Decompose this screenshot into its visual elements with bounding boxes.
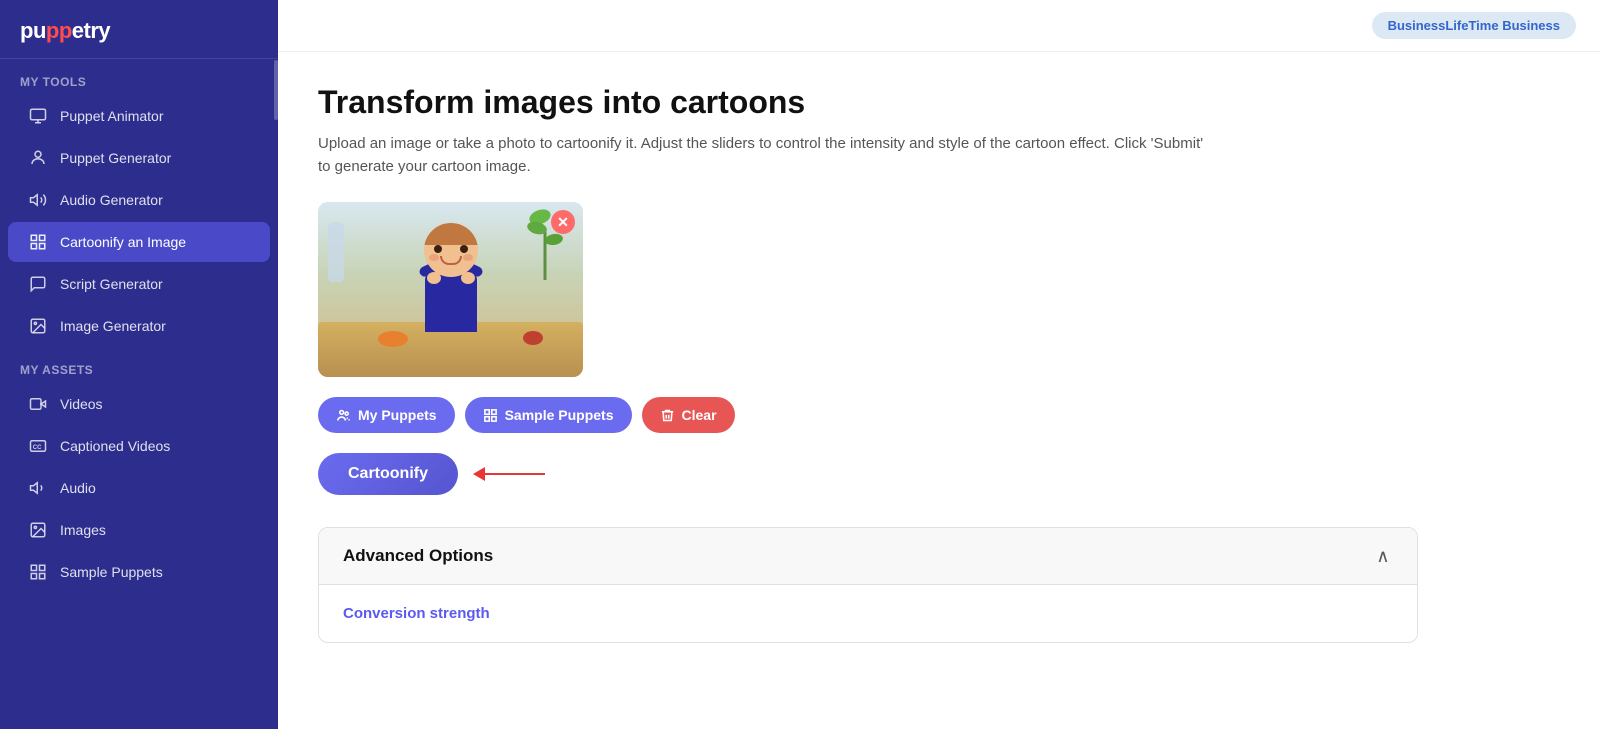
action-buttons-row: My Puppets Sample Puppets Clear <box>318 397 1560 433</box>
my-puppets-button[interactable]: My Puppets <box>318 397 455 433</box>
puppets-icon <box>336 408 351 423</box>
advanced-options-section: Advanced Options ∧ Conversion strength <box>318 527 1418 643</box>
advanced-options-header[interactable]: Advanced Options ∧ <box>319 528 1417 585</box>
sidebar-item-captioned-videos[interactable]: CC Captioned Videos <box>8 426 270 466</box>
sample-puppets-label: Sample Puppets <box>505 407 614 423</box>
audio-icon <box>28 190 48 210</box>
page-description: Upload an image or take a photo to carto… <box>318 133 1218 178</box>
my-assets-section-label: My Assets <box>0 347 278 383</box>
sidebar-item-videos[interactable]: Videos <box>8 384 270 424</box>
clear-button[interactable]: Clear <box>642 397 735 433</box>
clear-label: Clear <box>682 407 717 423</box>
message-icon <box>28 274 48 294</box>
top-bar: BusinessLifeTime Business <box>278 0 1600 52</box>
monitor-icon <box>28 106 48 126</box>
arrow-line <box>485 473 545 475</box>
content-area: Transform images into cartoons Upload an… <box>278 52 1600 729</box>
my-tools-section-label: My Tools <box>0 59 278 95</box>
main-content: BusinessLifeTime Business Transform imag… <box>278 0 1600 729</box>
advanced-options-title: Advanced Options <box>343 546 493 566</box>
sidebar-item-audio[interactable]: Audio <box>8 468 270 508</box>
sidebar-item-label: Audio Generator <box>60 192 163 208</box>
plan-badge: BusinessLifeTime Business <box>1372 12 1576 39</box>
audio2-icon <box>28 478 48 498</box>
sidebar: puppetry My Tools Puppet Animator Puppet… <box>0 0 278 729</box>
sample-icon <box>483 408 498 423</box>
cartoonify-label: Cartoonify <box>348 465 428 482</box>
logo: puppetry <box>0 0 278 59</box>
sidebar-item-label: Sample Puppets <box>60 564 163 580</box>
arrow-indicator <box>474 467 545 481</box>
image-upload-area[interactable]: ✕ <box>318 202 583 377</box>
sidebar-item-cartoonify[interactable]: Cartoonify an Image <box>8 222 270 262</box>
sidebar-item-sample-puppets[interactable]: Sample Puppets <box>8 552 270 592</box>
sample-puppets-button[interactable]: Sample Puppets <box>465 397 632 433</box>
advanced-options-content: Conversion strength <box>319 585 1417 642</box>
logo-text: puppetry <box>20 18 110 43</box>
sidebar-item-images[interactable]: Images <box>8 510 270 550</box>
person-icon <box>28 148 48 168</box>
sidebar-item-puppet-generator[interactable]: Puppet Generator <box>8 138 270 178</box>
chevron-up-icon: ∧ <box>1373 546 1393 566</box>
sidebar-item-label: Puppet Animator <box>60 108 164 124</box>
image-icon <box>28 316 48 336</box>
sidebar-item-label: Image Generator <box>60 318 166 334</box>
grid2-icon <box>28 562 48 582</box>
conversion-strength-label: Conversion strength <box>343 605 1393 622</box>
cc-icon: CC <box>28 436 48 456</box>
sidebar-item-label: Audio <box>60 480 96 496</box>
sidebar-item-image-generator[interactable]: Image Generator <box>8 306 270 346</box>
svg-text:CC: CC <box>33 445 42 451</box>
my-puppets-label: My Puppets <box>358 407 437 423</box>
uploaded-image <box>318 202 583 377</box>
sidebar-item-script-generator[interactable]: Script Generator <box>8 264 270 304</box>
cartoonify-button[interactable]: Cartoonify <box>318 453 458 495</box>
video-icon <box>28 394 48 414</box>
sidebar-item-label: Videos <box>60 396 103 412</box>
image2-icon <box>28 520 48 540</box>
grid-icon <box>28 232 48 252</box>
sidebar-item-puppet-animator[interactable]: Puppet Animator <box>8 96 270 136</box>
trash-icon <box>660 408 675 423</box>
sidebar-item-label: Images <box>60 522 106 538</box>
sidebar-item-label: Captioned Videos <box>60 438 170 454</box>
sidebar-item-label: Script Generator <box>60 276 163 292</box>
arrow-head <box>473 467 485 481</box>
sidebar-item-label: Cartoonify an Image <box>60 234 186 250</box>
sidebar-item-audio-generator[interactable]: Audio Generator <box>8 180 270 220</box>
cartoonify-row: Cartoonify <box>318 453 1560 495</box>
remove-image-button[interactable]: ✕ <box>551 210 575 234</box>
page-title: Transform images into cartoons <box>318 84 1560 121</box>
sidebar-item-label: Puppet Generator <box>60 150 171 166</box>
